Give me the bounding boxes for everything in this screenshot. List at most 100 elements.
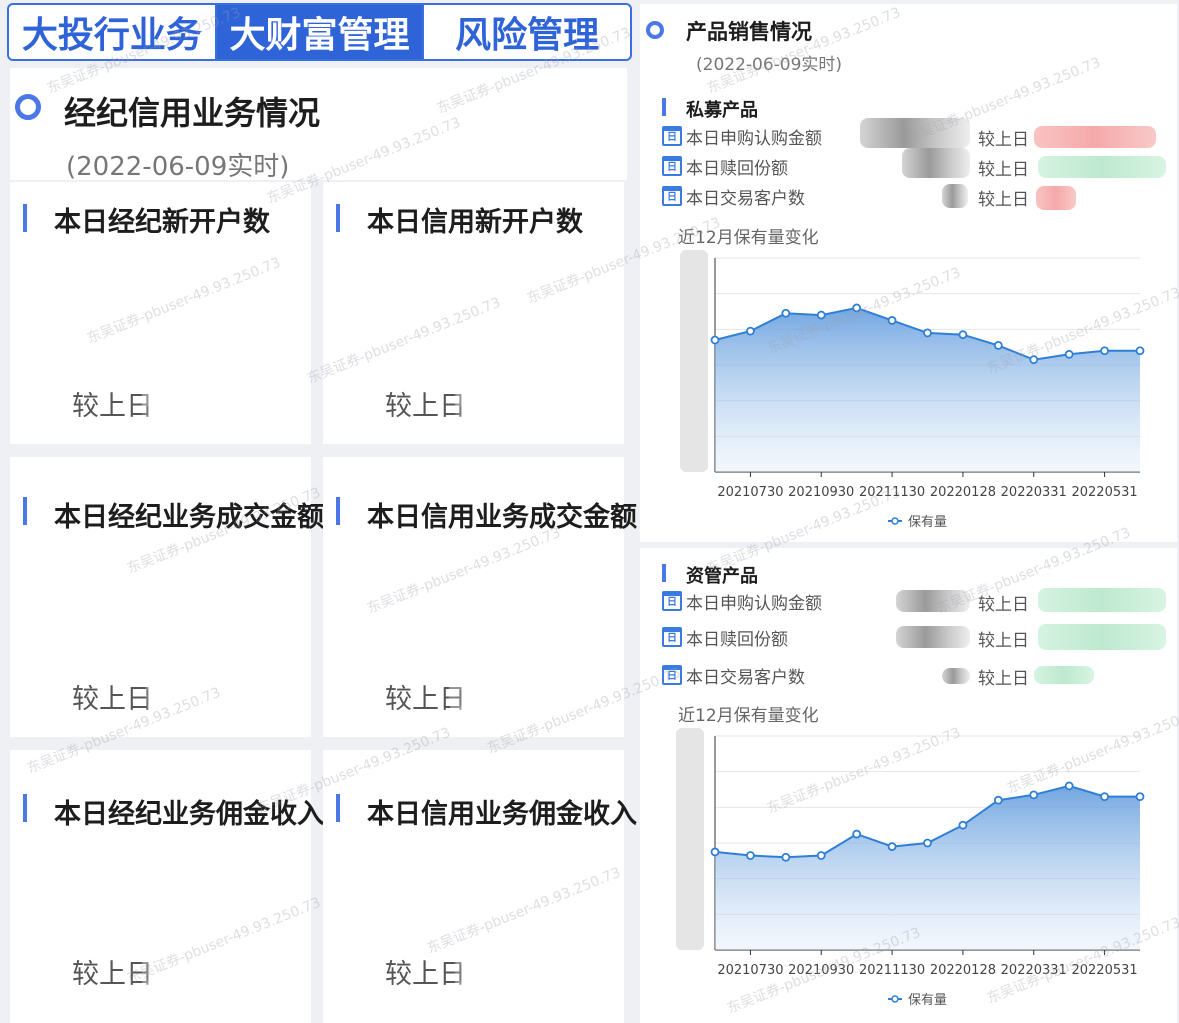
data-point xyxy=(1029,355,1039,365)
compare-label: 较上日 xyxy=(978,160,1029,180)
am-subscription-row[interactable]: 日 本日申购认购金额 xyxy=(662,590,822,614)
redacted-compare-value xyxy=(146,655,266,719)
chart-legend: 保有量 xyxy=(888,515,947,530)
top-tab-bar: 大投行业务 大财富管理 风险管理 xyxy=(7,3,632,61)
card-title: 本日经纪业务成交金额 xyxy=(54,502,324,533)
am-redemption-row[interactable]: 日 本日赎回份额 xyxy=(662,626,788,650)
redacted-compare-value xyxy=(455,372,567,430)
row-label: 本日申购认购金额 xyxy=(686,128,822,149)
compare-label: 较上日 xyxy=(72,684,153,715)
x-tick-label: 20210930 xyxy=(788,963,854,978)
redacted-compare-value xyxy=(1038,156,1166,178)
compare-label: 较上日 xyxy=(978,595,1029,615)
redacted-value xyxy=(383,872,549,934)
card-title: 本日经纪新开户数 xyxy=(54,207,270,238)
private-subscription-row[interactable]: 日 本日申购认购金额 xyxy=(662,125,822,149)
card-title: 本日信用新开户数 xyxy=(367,207,583,238)
redacted-compare-value xyxy=(1034,126,1156,148)
card-accent-bar xyxy=(336,794,340,822)
compare-label: 较上日 xyxy=(385,959,466,990)
row-label: 本日交易客户数 xyxy=(686,188,805,209)
asset-management-title: 资管产品 xyxy=(686,566,758,587)
compare-label: 较上日 xyxy=(978,631,1029,651)
data-point xyxy=(1135,346,1145,356)
calendar-icon: 日 xyxy=(662,627,682,647)
tab-wealth-management[interactable]: 大财富管理 xyxy=(214,5,423,59)
data-point xyxy=(1135,792,1145,802)
x-tick-label: 20220128 xyxy=(930,485,996,500)
card-credit-new-accounts[interactable]: 本日信用新开户数 较上日 xyxy=(323,182,624,444)
card-accent-bar xyxy=(23,497,27,525)
data-point xyxy=(710,335,720,345)
card-credit-turnover[interactable]: 本日信用业务成交金额 较上日 xyxy=(323,457,637,737)
redacted-y-axis-labels xyxy=(676,728,704,950)
redacted-value xyxy=(118,280,213,342)
x-tick-label: 20220531 xyxy=(1071,963,1137,978)
data-point xyxy=(781,308,791,318)
tab-risk-management[interactable]: 风险管理 xyxy=(422,5,630,59)
data-point xyxy=(710,847,720,857)
data-point xyxy=(816,851,826,860)
legend-label: 保有量 xyxy=(908,993,947,1008)
x-tick-label: 20211130 xyxy=(859,963,925,978)
data-point xyxy=(993,795,1003,805)
redacted-compare-value xyxy=(455,930,573,1002)
redacted-value xyxy=(70,872,262,934)
compare-label: 较上日 xyxy=(978,130,1029,150)
left-panel-header: 经纪信用业务情况 (2022-06-09实时) xyxy=(10,68,627,182)
card-accent-bar xyxy=(336,497,340,525)
private-holdings-chart: 20210730 20210930 20211130 20220128 20220331… xyxy=(680,250,1145,530)
section-accent-bar xyxy=(662,98,666,116)
legend-label: 保有量 xyxy=(908,515,947,530)
am-customers-row[interactable]: 日 本日交易客户数 xyxy=(662,664,805,688)
redacted-value xyxy=(896,590,970,612)
data-point xyxy=(958,820,968,830)
data-point xyxy=(852,303,862,313)
x-tick-label: 20210930 xyxy=(788,485,854,500)
card-title: 本日经纪业务佣金收入 xyxy=(54,799,324,830)
asset-management-holdings-chart: 20210730 20210930 20211130 20220128 20220331… xyxy=(676,728,1145,1008)
card-title: 本日信用业务成交金额 xyxy=(367,502,637,533)
compare-label: 较上日 xyxy=(978,190,1029,210)
x-tick-label: 20210730 xyxy=(717,485,783,500)
card-accent-bar xyxy=(336,204,340,232)
x-tick-label: 20220531 xyxy=(1071,485,1137,500)
tab-investment-banking[interactable]: 大投行业务 xyxy=(9,5,215,59)
private-customers-row[interactable]: 日 本日交易客户数 xyxy=(662,185,805,209)
row-label: 本日赎回份额 xyxy=(686,629,788,650)
card-broker-turnover[interactable]: 本日经纪业务成交金额 较上日 xyxy=(10,457,324,737)
redacted-value xyxy=(896,626,970,648)
product-sales-date: (2022-06-09实时) xyxy=(696,55,843,75)
redacted-value xyxy=(942,184,968,208)
data-point xyxy=(1029,790,1039,800)
data-point xyxy=(887,316,897,325)
redacted-compare-value xyxy=(142,930,260,1002)
section-divider xyxy=(640,542,1177,548)
redacted-value xyxy=(860,118,970,148)
calendar-icon: 日 xyxy=(662,156,682,176)
compare-label: 较上日 xyxy=(72,391,153,422)
row-label: 本日交易客户数 xyxy=(686,667,805,688)
row-label: 本日赎回份额 xyxy=(686,158,788,179)
card-broker-new-accounts[interactable]: 本日经纪新开户数 较上日 xyxy=(10,182,311,444)
private-redemption-row[interactable]: 日 本日赎回份额 xyxy=(662,155,788,179)
data-point xyxy=(746,326,755,336)
redacted-value xyxy=(902,148,970,178)
card-broker-commission[interactable]: 本日经纪业务佣金收入 较上日 xyxy=(10,750,324,1023)
data-point xyxy=(746,851,755,860)
data-point xyxy=(958,330,968,340)
redacted-value xyxy=(453,280,495,342)
redacted-value xyxy=(942,668,970,684)
data-point xyxy=(781,852,791,862)
data-point xyxy=(923,838,932,848)
row-label: 本日申购认购金额 xyxy=(686,593,822,614)
section-ring-icon xyxy=(646,21,664,39)
holdings-area xyxy=(715,785,1140,950)
compare-label: 较上日 xyxy=(72,959,153,990)
chart-legend: 保有量 xyxy=(888,993,947,1008)
x-tick-label: 20220331 xyxy=(1001,485,1067,500)
redacted-compare-value xyxy=(449,655,571,719)
private-fund-title: 私募产品 xyxy=(686,100,758,121)
x-tick-label: 20220128 xyxy=(930,963,996,978)
card-credit-commission[interactable]: 本日信用业务佣金收入 较上日 xyxy=(323,750,637,1023)
